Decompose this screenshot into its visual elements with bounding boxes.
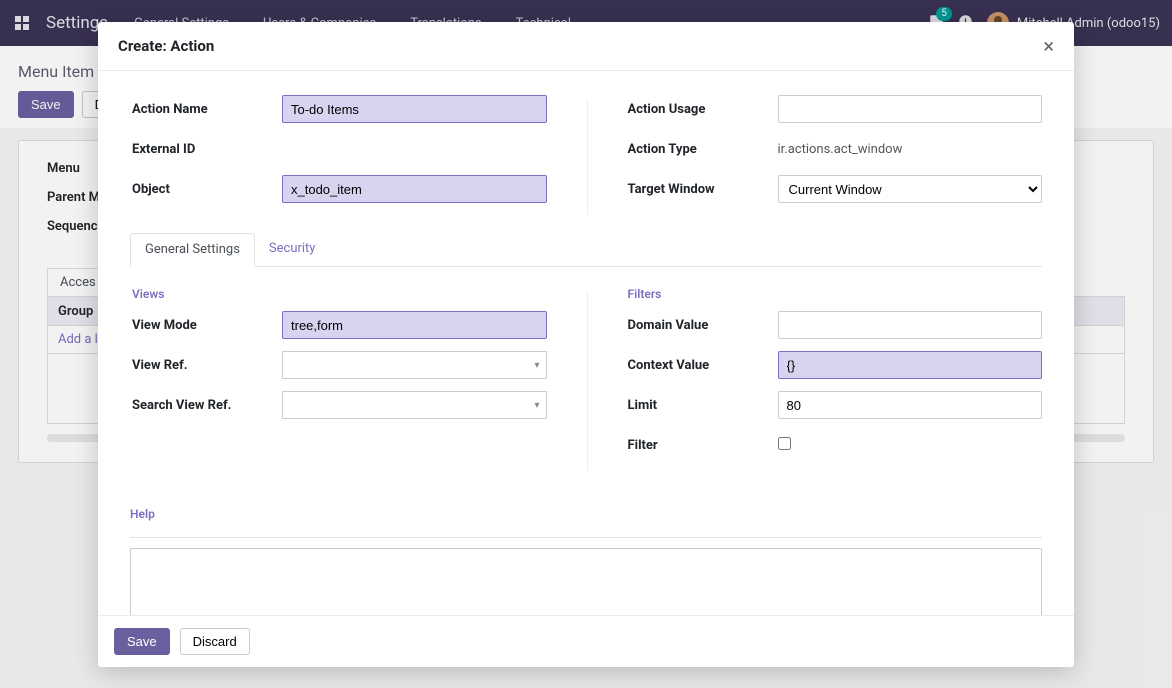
section-filters: Filters: [628, 287, 1043, 301]
modal-header: Create: Action ×: [98, 22, 1074, 71]
label-domain-value: Domain Value: [628, 318, 778, 333]
section-views: Views: [132, 287, 547, 301]
label-action-type: Action Type: [628, 142, 778, 157]
view-ref-select[interactable]: ▾: [282, 351, 547, 379]
column-divider: [587, 99, 588, 215]
create-action-modal: Create: Action × Action Name External ID…: [98, 22, 1074, 667]
limit-input[interactable]: [778, 391, 1043, 419]
label-view-ref: View Ref.: [132, 358, 282, 373]
right-column: Action Usage Action Type ir.actions.act_…: [628, 95, 1043, 215]
label-view-mode: View Mode: [132, 318, 282, 333]
views-column: Views View Mode View Ref. ▾ Search View …: [132, 287, 547, 471]
modal-title: Create: Action: [118, 37, 214, 55]
label-object: Object: [132, 182, 282, 197]
label-context-value: Context Value: [628, 358, 778, 373]
action-type-value: ir.actions.act_window: [778, 138, 1043, 161]
tab-general-settings[interactable]: General Settings: [130, 233, 255, 267]
modal-discard-button[interactable]: Discard: [180, 628, 250, 655]
tab-security[interactable]: Security: [255, 233, 330, 266]
action-usage-input[interactable]: [778, 95, 1043, 123]
label-action-name: Action Name: [132, 102, 282, 117]
label-target-window: Target Window: [628, 182, 778, 197]
label-external-id: External ID: [132, 142, 282, 157]
help-textarea[interactable]: [130, 548, 1042, 615]
modal-body: Action Name External ID Object Action Us…: [98, 71, 1074, 615]
context-value-input[interactable]: [778, 351, 1043, 379]
search-view-ref-select[interactable]: ▾: [282, 391, 547, 419]
chevron-down-icon: ▾: [534, 360, 539, 371]
action-name-input[interactable]: [282, 95, 547, 123]
target-window-select[interactable]: Current Window: [778, 175, 1043, 203]
column-divider: [587, 291, 588, 471]
object-input[interactable]: [282, 175, 547, 203]
modal-save-button[interactable]: Save: [114, 628, 170, 655]
close-icon[interactable]: ×: [1043, 36, 1054, 56]
tabs: General Settings Security: [130, 233, 1042, 267]
left-column: Action Name External ID Object: [132, 95, 547, 215]
chevron-down-icon: ▾: [534, 400, 539, 411]
section-help: Help: [130, 507, 1042, 521]
filters-column: Filters Domain Value Context Value Limit…: [628, 287, 1043, 471]
filter-checkbox[interactable]: [778, 437, 791, 450]
label-filter: Filter: [628, 438, 778, 453]
label-action-usage: Action Usage: [628, 102, 778, 117]
view-mode-input[interactable]: [282, 311, 547, 339]
label-limit: Limit: [628, 398, 778, 413]
label-search-view-ref: Search View Ref.: [132, 398, 282, 413]
modal-footer: Save Discard: [98, 615, 1074, 667]
domain-value-input[interactable]: [778, 311, 1043, 339]
